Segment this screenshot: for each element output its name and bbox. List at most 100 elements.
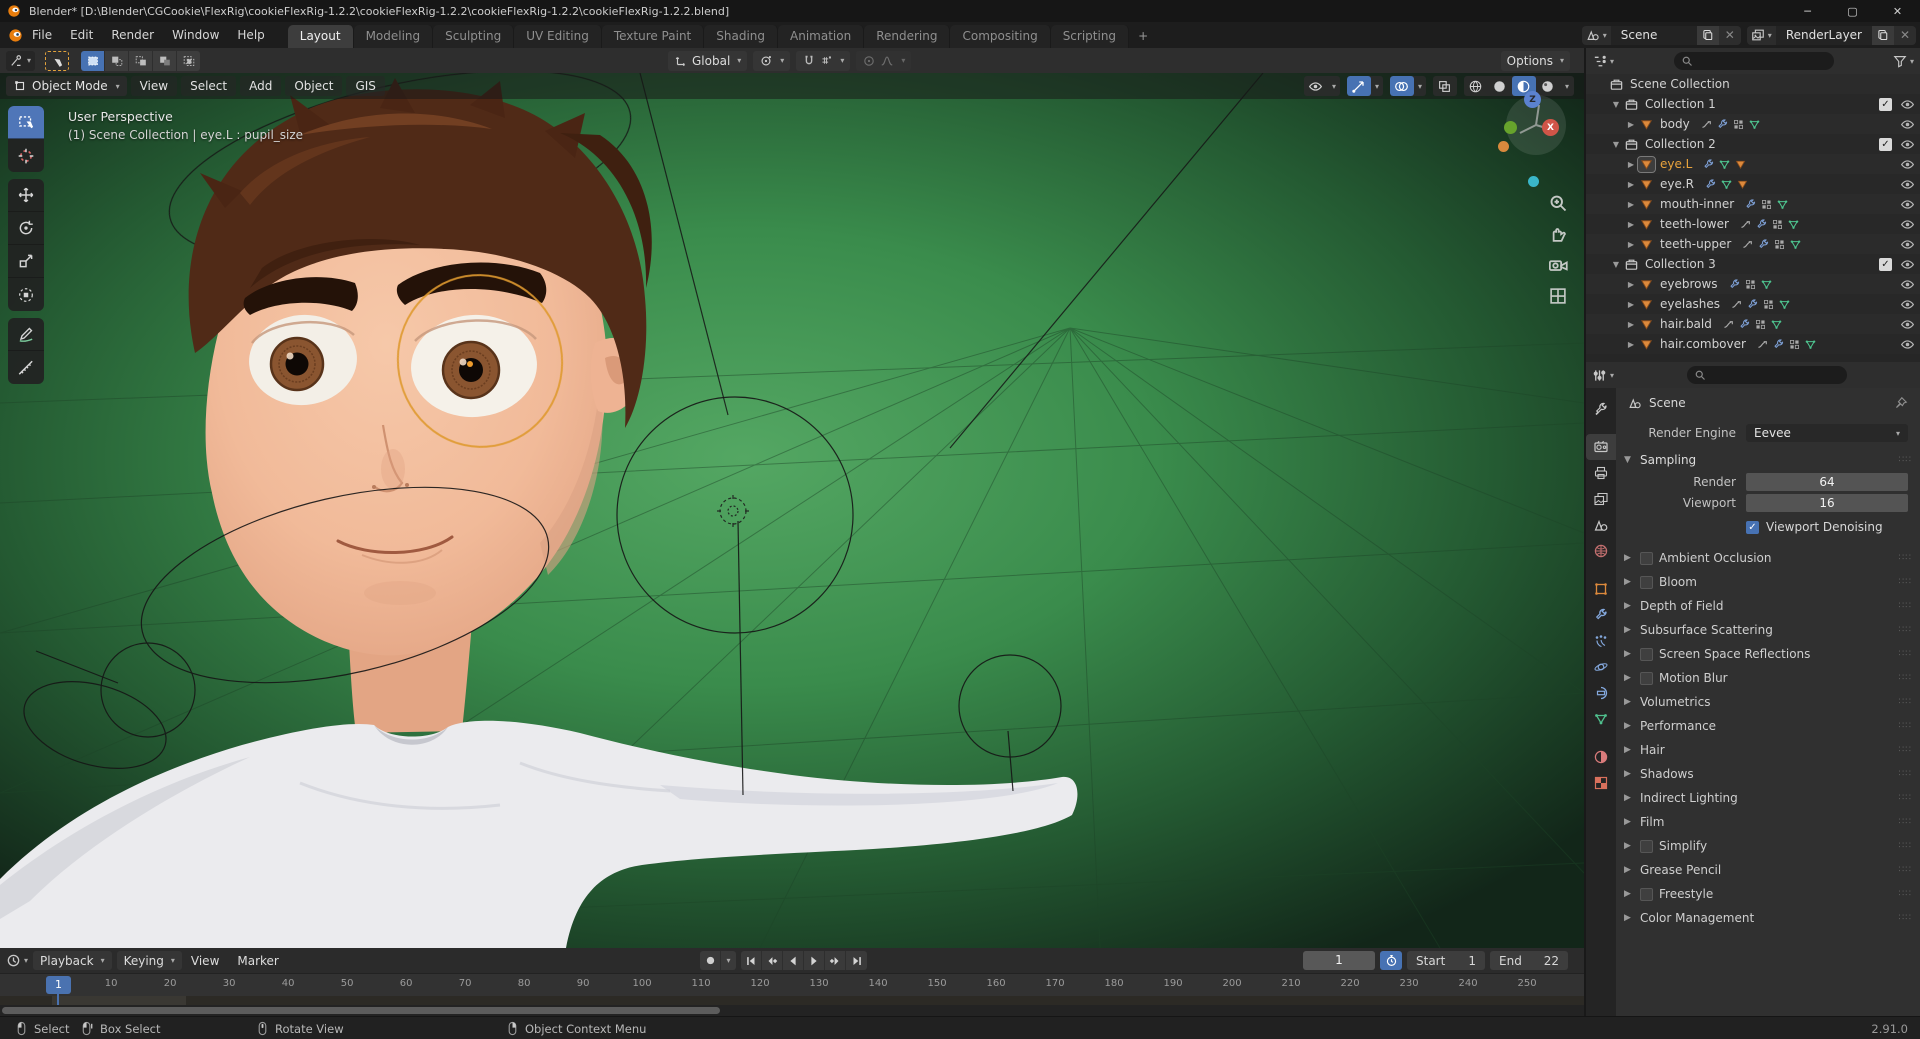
new-selection-button[interactable]	[81, 50, 105, 71]
axis-neg-dot-cyan[interactable]	[1528, 176, 1539, 187]
viewport-3d[interactable]: Object Mode ▾ View Select Add Object GIS ▾ ▾ ▾ ▾…	[0, 73, 1584, 948]
workspace-tab-shading[interactable]: Shading	[704, 25, 778, 48]
play-back-button[interactable]	[783, 951, 804, 970]
collection-checkbox[interactable]: ✓	[1879, 137, 1892, 151]
intersect-selection-button[interactable]	[177, 50, 201, 71]
expand-arrow[interactable]: ▶	[1624, 240, 1638, 249]
gizmo-y-axis[interactable]	[1504, 121, 1517, 134]
outliner-row[interactable]: ▶ eye.L	[1586, 154, 1920, 174]
viewport-menu-view[interactable]: View	[130, 76, 178, 96]
collapse-arrow[interactable]: ▼	[1609, 140, 1623, 149]
section-simplify[interactable]: ▶ Simplify ∷∷	[1616, 834, 1920, 858]
jump-first-button[interactable]	[741, 951, 762, 970]
outliner-row[interactable]: ▶ mouth-inner	[1586, 194, 1920, 214]
expand-arrow[interactable]: ▶	[1624, 180, 1638, 189]
collection-checkbox[interactable]: ✓	[1879, 257, 1892, 271]
xray-toggle[interactable]	[1433, 76, 1457, 96]
scene-unlink-button[interactable]: ✕	[1718, 25, 1741, 45]
section-checkbox[interactable]	[1640, 887, 1653, 901]
scene-icon[interactable]: ▾	[1581, 25, 1611, 45]
outliner-item-label[interactable]: Collection 3	[1645, 257, 1716, 271]
snap-controls[interactable]: ▾	[796, 50, 851, 71]
workspace-tab-modeling[interactable]: Modeling	[353, 25, 434, 48]
menu-file[interactable]: File	[23, 24, 61, 46]
outliner-item-label[interactable]: teeth-upper	[1660, 237, 1731, 251]
properties-tab-modifiers[interactable]	[1586, 602, 1616, 628]
pivot-point-dropdown[interactable]: ▾	[753, 50, 791, 71]
workspace-tab-sculpting[interactable]: Sculpting	[433, 25, 515, 48]
scene-copy-button[interactable]	[1696, 25, 1719, 45]
outliner-item-label[interactable]: eyelashes	[1660, 297, 1720, 311]
viewport-menu-select[interactable]: Select	[181, 76, 237, 96]
workspace-tab-scripting[interactable]: Scripting	[1050, 25, 1130, 48]
collapse-arrow[interactable]: ▼	[1609, 260, 1623, 269]
shading-wireframe-button[interactable]	[1464, 76, 1488, 96]
visibility-toggle[interactable]	[1900, 197, 1915, 212]
menu-render[interactable]: Render	[102, 24, 163, 46]
outliner-item-label[interactable]: body	[1660, 117, 1690, 131]
properties-tab-scene[interactable]	[1586, 512, 1616, 538]
section-shadows[interactable]: ▶ Shadows ∷∷	[1616, 762, 1920, 786]
tool-move[interactable]	[8, 179, 44, 212]
outliner-row[interactable]: ▼ Collection 2 ✓	[1586, 134, 1920, 154]
section-screen-space-reflections[interactable]: ▶ Screen Space Reflections ∷∷	[1616, 642, 1920, 666]
jump-last-button[interactable]	[846, 951, 867, 970]
properties-tab-render[interactable]	[1586, 434, 1616, 460]
outliner-item-label[interactable]: Collection 2	[1645, 137, 1716, 151]
section-ambient-occlusion[interactable]: ▶ Ambient Occlusion ∷∷	[1616, 546, 1920, 570]
section-checkbox[interactable]	[1640, 671, 1653, 685]
sampling-viewport-field[interactable]: 16	[1746, 494, 1908, 512]
properties-tab-physics[interactable]	[1586, 654, 1616, 680]
properties-tab-object-data[interactable]	[1586, 706, 1616, 732]
outliner-search-input[interactable]	[1673, 52, 1834, 70]
section-depth-of-field[interactable]: ▶ Depth of Field ∷∷	[1616, 594, 1920, 618]
visibility-toggle[interactable]	[1900, 97, 1915, 112]
minimize-button[interactable]: ─	[1785, 0, 1830, 22]
workspace-tab-animation[interactable]: Animation	[778, 25, 865, 48]
section-grease-pencil[interactable]: ▶ Grease Pencil ∷∷	[1616, 858, 1920, 882]
outliner-row[interactable]: ▶ eyebrows	[1586, 274, 1920, 294]
visibility-toggle[interactable]	[1900, 237, 1915, 252]
section-hair[interactable]: ▶ Hair ∷∷	[1616, 738, 1920, 762]
close-button[interactable]: ✕	[1875, 0, 1920, 22]
tool-select-box[interactable]	[8, 106, 44, 139]
invert-selection-button[interactable]	[153, 50, 177, 71]
render-layer-remove-button[interactable]: ✕	[1894, 25, 1916, 45]
outliner-item-label[interactable]: Scene Collection	[1630, 77, 1730, 91]
workspace-tab-texture-paint[interactable]: Texture Paint	[601, 25, 705, 48]
frame-end-field[interactable]: End 22	[1490, 951, 1568, 970]
outliner-row[interactable]: ▶ body	[1586, 114, 1920, 134]
timeline-editor-type-dropdown[interactable]: ▾	[6, 953, 28, 968]
record-options-dropdown[interactable]: ▾	[721, 951, 736, 970]
section-bloom[interactable]: ▶ Bloom ∷∷	[1616, 570, 1920, 594]
add-workspace-button[interactable]: +	[1129, 26, 1157, 48]
gizmo-z-axis[interactable]: Z	[1524, 91, 1541, 108]
section-color-management[interactable]: ▶ Color Management ∷∷	[1616, 906, 1920, 930]
visibility-toggle[interactable]	[1900, 257, 1915, 272]
properties-tab-object[interactable]	[1586, 576, 1616, 602]
expand-arrow[interactable]: ▶	[1624, 320, 1638, 329]
section-indirect-lighting[interactable]: ▶ Indirect Lighting ∷∷	[1616, 786, 1920, 810]
expand-arrow[interactable]: ▶	[1624, 200, 1638, 209]
maximize-button[interactable]: ▢	[1830, 0, 1875, 22]
mode-dropdown[interactable]: Object Mode ▾	[6, 76, 127, 96]
menu-help[interactable]: Help	[228, 24, 273, 46]
render-layer-copy-button[interactable]	[1872, 25, 1894, 45]
navigation-gizmo[interactable]: Z X	[1498, 91, 1574, 167]
viewport-denoising-checkbox[interactable]: ✓	[1746, 520, 1759, 534]
pan-hand-icon[interactable]	[1548, 224, 1568, 244]
outliner-item-label[interactable]: eye.R	[1660, 177, 1694, 191]
gizmos-toggle[interactable]	[1346, 76, 1371, 96]
properties-tab-particles[interactable]	[1586, 628, 1616, 654]
selected-pupil-control[interactable]	[467, 361, 473, 367]
properties-tab-constraints[interactable]	[1586, 680, 1616, 706]
expand-arrow[interactable]: ▶	[1624, 340, 1638, 349]
render-layer-name[interactable]: RenderLayer	[1776, 26, 1872, 45]
visibility-toggle[interactable]	[1900, 337, 1915, 352]
options-dropdown[interactable]: Options ▾	[1500, 50, 1570, 71]
outliner-item-label[interactable]: teeth-lower	[1660, 217, 1729, 231]
outliner-editor-type-dropdown[interactable]: ▾	[1592, 54, 1614, 69]
sampling-render-field[interactable]: 64	[1746, 473, 1908, 491]
overlays-toggle[interactable]	[1389, 76, 1414, 96]
transform-orientation-dropdown[interactable]: Global ▾	[668, 50, 748, 71]
